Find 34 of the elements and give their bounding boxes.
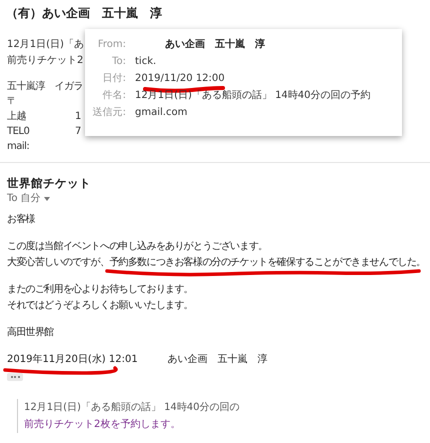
signature-text: 五十嵐淳 イガラ <box>7 81 83 92</box>
body-text: この度は当館イベントへの申し込みをありがとうございます。 <box>7 241 268 253</box>
field-label: 日付: <box>102 73 127 85</box>
signature-text: 1 <box>75 110 82 124</box>
caret-icon <box>44 197 50 201</box>
signature-text: TEL0 <box>7 126 30 137</box>
sender-name: 世界館チケット <box>7 175 91 192</box>
quote-date: 2019年11月20日(水) 12:01 <box>7 354 138 366</box>
body-text: それではどうぞよろしくお願いいたします。 <box>7 300 194 312</box>
quote-sender: あい企画 五十嵐 淳 <box>168 354 268 366</box>
preview-text: 前売りチケット2 <box>7 55 84 66</box>
signature-text: mail: <box>7 141 30 152</box>
signature-text: 7 <box>75 125 82 139</box>
signature-text: 〒 <box>7 96 16 107</box>
sender-heading: （有）あい企画 五十嵐 淳 <box>6 5 162 22</box>
field-value: 2019/11/20 12:00 <box>135 73 225 85</box>
field-label: To: <box>111 56 127 68</box>
preview-text: 12月1日(日)「あ <box>7 39 84 50</box>
field-label: 件名: <box>102 90 127 102</box>
body-text: 大変心苦しいのですが、予約多数につきお客様の分のチケットを確保することができませんでした。 <box>7 257 426 269</box>
quoted-text: 前売りチケット2枚を予約します。 <box>24 418 180 432</box>
more-button[interactable] <box>7 373 23 381</box>
field-label: 送信元: <box>92 107 127 119</box>
signature-text: 上越 <box>7 111 26 122</box>
body-text: またのご利用を心よりお待ちしております。 <box>7 284 194 296</box>
recipient-label: To 自分 <box>7 192 41 206</box>
field-value: 12月1日(日)「ある船頭の話」 14時40分の回の予約 <box>135 90 371 102</box>
body-text: お客様 <box>7 214 35 226</box>
field-value: gmail.com <box>135 107 188 119</box>
field-value: あい企画 五十嵐 淳 <box>165 39 265 51</box>
field-label: From: <box>96 39 127 51</box>
body-text: 高田世界館 <box>7 327 54 339</box>
quoted-text: 12月1日(日)「ある船頭の話」 14時40分の回の <box>24 400 240 415</box>
field-value: tick. <box>135 56 156 68</box>
